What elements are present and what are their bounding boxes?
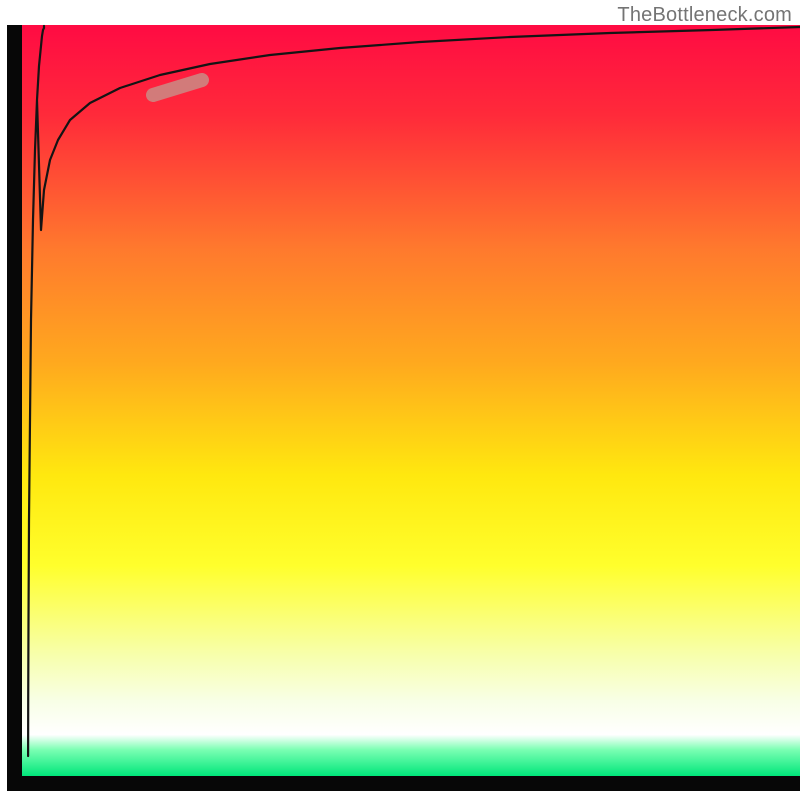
x-axis-band xyxy=(7,776,800,791)
watermark: TheBottleneck.com xyxy=(617,4,792,27)
y-axis-band xyxy=(7,25,22,791)
bottleneck-chart xyxy=(0,0,800,800)
chart-container: TheBottleneck.com xyxy=(0,0,800,800)
plot-background xyxy=(22,25,800,776)
